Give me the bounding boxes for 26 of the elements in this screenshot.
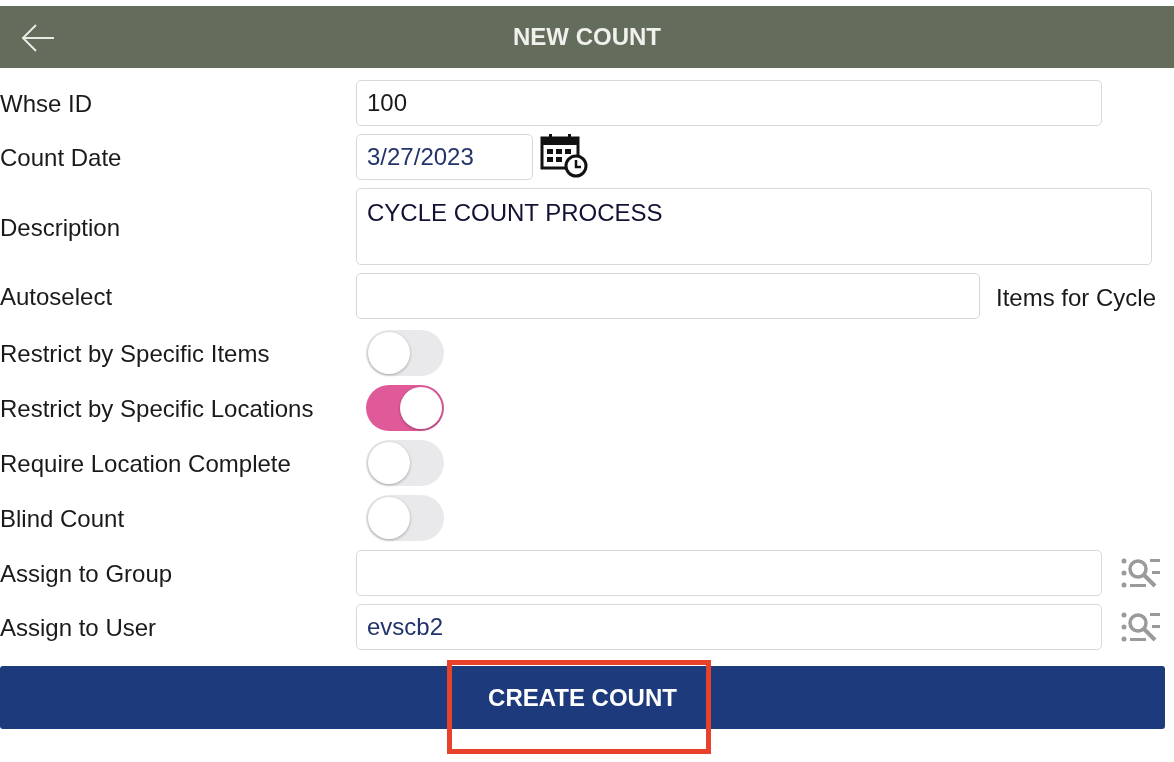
field-label: Restrict by Specific Locations: [0, 394, 315, 424]
input-field[interactable]: 3/27/2023: [356, 134, 533, 180]
field-label: Assign to User: [0, 613, 158, 643]
input-field[interactable]: evscb2: [356, 604, 1102, 650]
page-title: NEW COUNT: [513, 22, 661, 52]
input-field[interactable]: 100: [356, 80, 1102, 126]
field-label: Count Date: [0, 143, 123, 173]
back-arrow-icon: [21, 24, 55, 52]
field-label: Blind Count: [0, 504, 126, 534]
create-count-button[interactable]: CREATE COUNT: [0, 666, 1165, 729]
field-label: Description: [0, 213, 122, 243]
input-field[interactable]: [356, 550, 1102, 596]
description-field[interactable]: CYCLE COUNT PROCESS: [356, 188, 1152, 265]
calendar-clock-icon[interactable]: [540, 132, 588, 178]
field-label: Whse ID: [0, 89, 93, 119]
toggle-switch[interactable]: [366, 440, 444, 486]
field-label: Autoselect: [0, 282, 114, 312]
field-label: Restrict by Specific Items: [0, 339, 271, 369]
toggle-switch[interactable]: [366, 385, 444, 431]
input-field[interactable]: [356, 273, 980, 319]
back-button[interactable]: [20, 23, 56, 53]
field-label: Assign to Group: [0, 559, 174, 589]
field-suffix: Items for Cycle: [996, 283, 1157, 313]
toggle-switch[interactable]: [366, 495, 444, 541]
field-label: Require Location Complete: [0, 449, 292, 479]
toggle-switch[interactable]: [366, 330, 444, 376]
